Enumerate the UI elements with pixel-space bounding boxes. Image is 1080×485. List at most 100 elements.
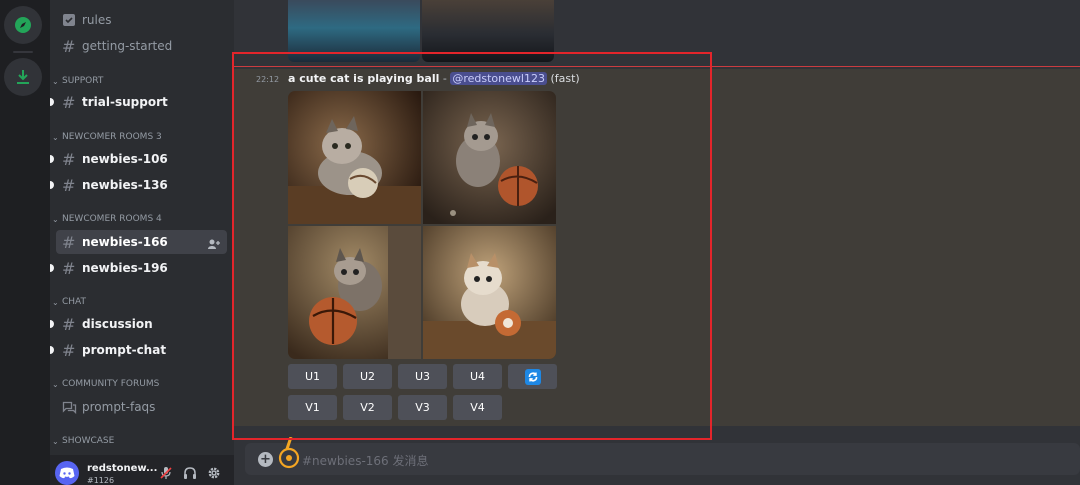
channel-newbies-196[interactable]: # newbies-196 [50,256,227,280]
category-label: SUPPORT [62,76,104,86]
refresh-icon [524,368,541,385]
threads-hashtag-icon: # [62,258,76,278]
deafen-button[interactable] [182,465,198,481]
category-label: SHOWCASE [62,436,115,446]
forum-icon [62,398,82,416]
explore-servers-button[interactable] [4,6,42,44]
upscale-1-button[interactable]: U1 [288,364,337,389]
threads-hashtag-icon: # [62,149,76,169]
category-showcase[interactable]: ⌄ SHOWCASE [52,434,114,448]
message-header: a cute cat is playing ball - @redstonewl… [288,72,580,85]
microphone-muted-icon [160,467,172,479]
previous-image-grid[interactable] [288,0,556,62]
channel-label: newbies-136 [82,178,168,192]
download-icon [17,70,29,84]
unread-indicator [50,181,54,189]
previous-image-tile[interactable] [422,0,554,62]
channel-newbies-136[interactable]: # newbies-136 [50,173,227,197]
message-speed: (fast) [550,72,580,85]
channel-sidebar: rules # getting-started ⌄ SUPPORT # tria… [50,0,234,485]
chevron-down-icon: ⌄ [52,76,59,86]
message-composer[interactable]: + #newbies-166 发消息 [245,436,1080,475]
channel-trial-support[interactable]: # trial-support [50,90,227,114]
generated-image-3[interactable] [288,226,421,359]
channel-getting-started[interactable]: # getting-started [56,34,227,58]
upscale-4-button[interactable]: U4 [453,364,502,389]
category-support[interactable]: ⌄ SUPPORT [52,74,103,88]
channel-prompt-faqs[interactable]: prompt-faqs [56,395,227,419]
user-settings-button[interactable] [206,465,222,481]
unread-indicator [50,320,54,328]
variation-3-button[interactable]: V3 [398,395,447,420]
channel-label: newbies-166 [82,235,168,249]
discord-logo-icon [59,467,75,479]
chevron-down-icon: ⌄ [52,436,59,446]
message-timestamp: 22:12 [256,75,280,84]
upscale-2-button[interactable]: U2 [343,364,392,389]
server-rail [0,0,50,485]
username: redstonew... [87,463,158,474]
threads-hashtag-icon: # [62,175,76,195]
chevron-down-icon: ⌄ [52,214,59,224]
category-label: NEWCOMER ROOMS 3 [62,132,162,142]
add-attachment-button[interactable]: + [258,452,273,467]
channel-discussion[interactable]: # discussion [50,312,227,336]
gear-icon [208,467,220,479]
channel-label: discussion [82,317,153,331]
user-mention[interactable]: @redstonewl123 [450,72,547,85]
chevron-down-icon: ⌄ [52,379,59,389]
generated-image-2[interactable] [423,91,556,224]
message-prompt: a cute cat is playing ball [288,72,440,85]
generated-image-1[interactable] [288,91,421,224]
threads-hashtag-icon: # [62,340,76,360]
variation-4-button[interactable]: V4 [453,395,502,420]
plus-icon: + [260,452,271,467]
channel-rules[interactable]: rules [56,8,227,32]
download-apps-button[interactable] [4,58,42,96]
hashtag-icon: # [62,92,76,112]
message-input-placeholder: #newbies-166 发消息 [302,454,429,468]
channel-prompt-chat[interactable]: # prompt-chat [50,338,227,362]
reroll-button[interactable] [508,364,557,389]
chevron-down-icon: ⌄ [52,297,59,307]
unread-indicator [50,346,54,354]
create-invite-icon[interactable] [207,235,221,254]
category-community-forums[interactable]: ⌄ COMMUNITY FORUMS [52,377,159,391]
chevron-down-icon: ⌄ [52,132,59,142]
hashtag-icon: # [62,314,76,334]
new-messages-divider [234,66,1080,67]
category-label: NEWCOMER ROOMS 4 [62,214,162,224]
variation-2-button[interactable]: V2 [343,395,392,420]
upscale-3-button[interactable]: U3 [398,364,447,389]
unread-indicator [50,155,54,163]
unread-indicator [50,264,54,272]
rail-separator [13,51,33,53]
channel-label: prompt-chat [82,343,167,357]
category-label: COMMUNITY FORUMS [62,379,160,389]
mouse-cursor-icon [277,436,303,473]
threads-hashtag-icon: # [62,232,76,252]
generated-image-4[interactable] [423,226,556,359]
avatar[interactable] [55,461,79,485]
category-chat[interactable]: ⌄ CHAT [52,295,86,309]
mute-microphone-button[interactable] [158,465,174,481]
category-newcomer-rooms-3[interactable]: ⌄ NEWCOMER ROOMS 3 [52,130,162,144]
headphones-icon [184,467,196,479]
generated-image-grid[interactable] [288,91,556,359]
user-tag: #1126 [87,476,115,485]
category-newcomer-rooms-4[interactable]: ⌄ NEWCOMER ROOMS 4 [52,212,162,226]
rules-checkbox-icon [62,11,82,29]
previous-image-tile[interactable] [288,0,420,62]
channel-label: newbies-106 [82,152,168,166]
hashtag-icon: # [62,36,76,56]
category-label: CHAT [62,297,87,307]
channel-label: getting-started [82,39,173,53]
variation-1-button[interactable]: V1 [288,395,337,420]
discord-app: rules # getting-started ⌄ SUPPORT # tria… [0,0,1080,485]
channel-label: trial-support [82,95,168,109]
channel-label: prompt-faqs [82,400,156,414]
channel-newbies-106[interactable]: # newbies-106 [50,147,227,171]
channel-newbies-166[interactable]: # newbies-166 [56,230,227,254]
user-panel: redstonew... #1126 [50,455,234,485]
unread-indicator [50,98,54,106]
